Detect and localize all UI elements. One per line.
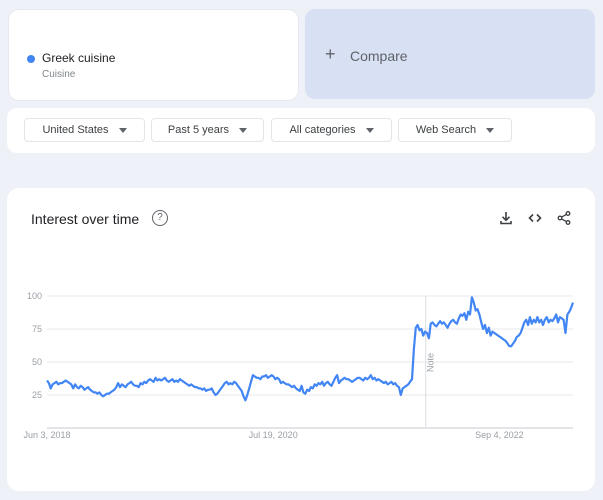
x-axis-ticks: Jun 3, 2018 Jul 19, 2020 Sep 4, 2022	[23, 430, 523, 440]
note-annotation: Note	[425, 296, 436, 428]
x-tick-label: Jul 19, 2020	[249, 430, 298, 440]
y-tick-label: 75	[32, 324, 42, 334]
y-tick-label: 100	[27, 291, 42, 301]
grid-lines	[47, 295, 573, 429]
y-axis-ticks: 25 50 75 100	[27, 291, 42, 400]
x-tick-label: Sep 4, 2022	[475, 430, 524, 440]
note-label[interactable]: Note	[426, 353, 436, 372]
y-tick-label: 50	[32, 357, 42, 367]
y-tick-label: 25	[32, 390, 42, 400]
interest-line-chart: 25 50 75 100 Jun 3, 2018 Jul 19, 2020 Sep 4, …	[23, 291, 575, 440]
series-line-greek-cuisine[interactable]	[46, 296, 575, 402]
x-tick-label: Jun 3, 2018	[23, 430, 70, 440]
series-layer	[46, 296, 575, 402]
